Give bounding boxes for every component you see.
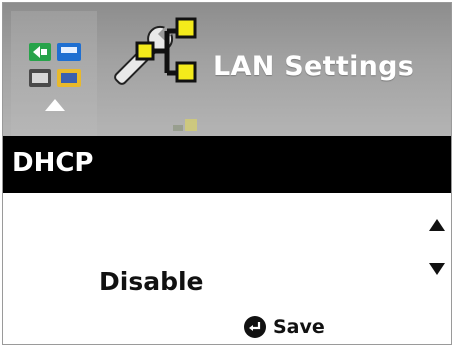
triangle-up-icon[interactable] [429,219,445,231]
page-title: LAN Settings [213,51,415,82]
section-header: DHCP [3,136,451,193]
up-arrow-icon [45,99,65,111]
setting-title: DHCP [12,148,94,178]
enter-icon [244,316,266,338]
triangle-down-icon[interactable] [429,263,445,275]
menu-header: LAN Settings [3,3,451,136]
save-label: Save [273,316,325,338]
lan-tools-icon [114,17,197,85]
osd-window: LAN Settings DHCP Disable Save [2,2,452,345]
faded-lan-icon [173,119,197,131]
save-button[interactable]: Save [243,315,325,339]
setting-panel: Disable Save [3,193,451,344]
dhcp-option-value[interactable]: Disable [99,267,204,296]
app-grid-icon[interactable] [27,37,85,95]
